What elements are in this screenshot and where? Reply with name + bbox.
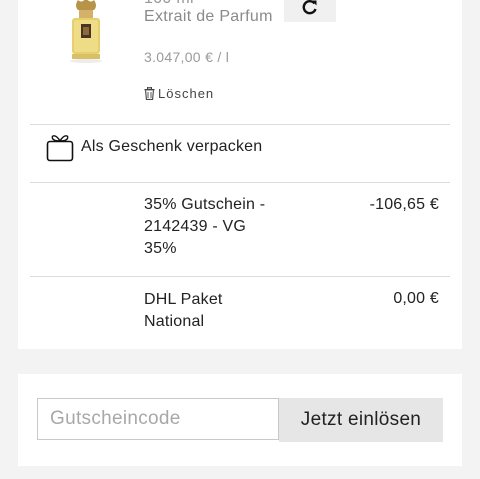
divider bbox=[30, 276, 450, 277]
coupon-code-input[interactable] bbox=[37, 398, 279, 440]
redeem-coupon-button[interactable]: Jetzt einlösen bbox=[279, 398, 443, 442]
gift-wrap-option[interactable]: Als Geschenk verpacken bbox=[46, 132, 262, 162]
delete-label: Löschen bbox=[158, 86, 215, 101]
delete-item-link[interactable]: Löschen bbox=[144, 86, 214, 101]
gift-box-icon bbox=[46, 135, 74, 162]
update-quantity-button[interactable] bbox=[284, 0, 336, 22]
divider bbox=[30, 124, 450, 125]
coupon-line-label: 35% Gutschein - 2142439 - VG 35% bbox=[144, 196, 266, 257]
cart-card: 100 ml Extrait de Parfum 3.047,00 € / l … bbox=[18, 0, 462, 349]
gift-wrap-label: Als Geschenk verpacken bbox=[81, 138, 263, 155]
product-type: Extrait de Parfum bbox=[144, 8, 273, 25]
shipping-line-value: 0,00 € bbox=[393, 290, 439, 307]
shipping-line-label: DHL Paket National bbox=[144, 291, 223, 330]
perfume-bottle-icon bbox=[70, 0, 102, 63]
trash-icon bbox=[144, 87, 155, 100]
refresh-icon bbox=[302, 0, 317, 15]
coupon-card: Jetzt einlösen bbox=[18, 374, 462, 466]
divider bbox=[30, 182, 450, 183]
coupon-line-value: -106,65 € bbox=[369, 196, 439, 213]
product-image[interactable] bbox=[60, 0, 112, 64]
product-unit-price: 3.047,00 € / l bbox=[144, 49, 230, 65]
